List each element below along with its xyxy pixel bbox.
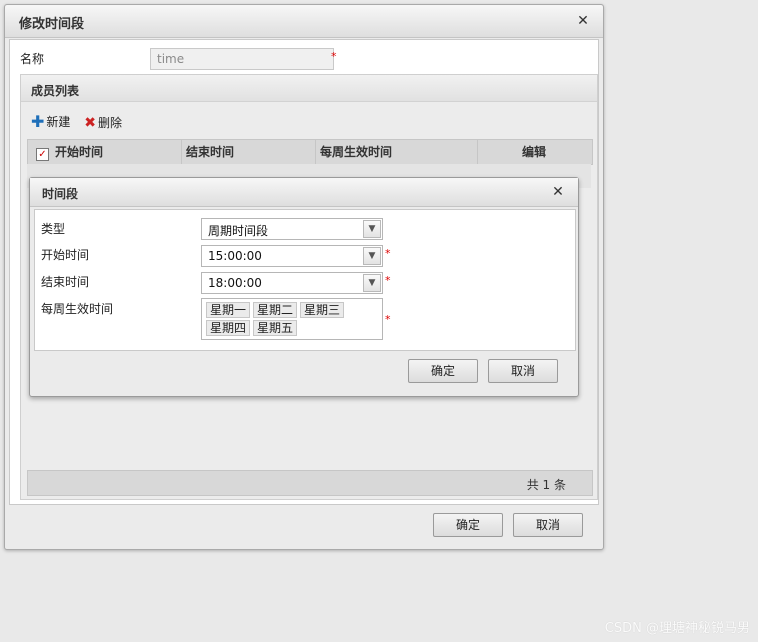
column-label: 结束时间 bbox=[186, 145, 235, 159]
chevron-down-icon[interactable]: ▼ bbox=[363, 247, 381, 265]
total-count: 共 1 条 bbox=[526, 478, 566, 492]
column-end-time[interactable]: 结束时间 bbox=[182, 140, 316, 164]
member-toolbar: ✚ 新建 ✖ 删除 bbox=[31, 113, 132, 131]
delete-button-label: 删除 bbox=[97, 116, 122, 130]
plus-icon: ✚ bbox=[31, 111, 45, 131]
chevron-down-icon[interactable]: ▼ bbox=[363, 274, 381, 292]
x-icon: ✖ bbox=[84, 114, 96, 131]
weekday-tag[interactable]: 星期四 bbox=[206, 320, 251, 336]
select-value: 18:00:00 bbox=[208, 276, 262, 290]
required-mark: * bbox=[385, 274, 391, 287]
close-icon[interactable]: ✕ bbox=[575, 13, 591, 29]
chevron-down-icon[interactable]: ▼ bbox=[363, 220, 381, 238]
dialog-body: 类型 周期时间段 ▼ 开始时间 15:00:00 ▼ * 结束时间 18:00:… bbox=[34, 209, 576, 351]
grid-header: ✓ 开始时间 结束时间 每周生效时间 编辑 bbox=[27, 139, 593, 165]
end-time-select[interactable]: 18:00:00 ▼ bbox=[201, 272, 383, 294]
column-weekly-effective-time[interactable]: 每周生效时间 bbox=[316, 140, 478, 164]
dialog-titlebar[interactable]: 修改时间段 ✕ bbox=[5, 5, 603, 38]
column-label: 开始时间 bbox=[55, 145, 104, 159]
cancel-button[interactable]: 取消 bbox=[513, 513, 583, 537]
panel-header: 成员列表 bbox=[21, 75, 597, 102]
close-icon[interactable]: ✕ bbox=[550, 184, 566, 200]
column-label: 编辑 bbox=[521, 145, 546, 159]
type-label: 类型 bbox=[41, 222, 66, 236]
weekdays-label: 每周生效时间 bbox=[41, 302, 114, 316]
delete-button[interactable]: ✖ 删除 bbox=[84, 114, 122, 131]
ok-button[interactable]: 确定 bbox=[408, 359, 478, 383]
start-time-select[interactable]: 15:00:00 ▼ bbox=[201, 245, 383, 267]
weekdays-multiselect[interactable]: 星期一 星期二 星期三 星期四 星期五 bbox=[201, 298, 383, 340]
weekday-tag[interactable]: 星期一 bbox=[206, 302, 251, 318]
type-select[interactable]: 周期时间段 ▼ bbox=[201, 218, 383, 240]
watermark: CSDN @理塘神秘锐马男 bbox=[604, 621, 750, 636]
new-button[interactable]: ✚ 新建 bbox=[31, 113, 70, 130]
required-mark: * bbox=[385, 247, 391, 260]
column-edit[interactable]: 编辑 bbox=[478, 140, 590, 164]
end-time-label: 结束时间 bbox=[41, 275, 90, 289]
name-field[interactable]: time bbox=[150, 48, 334, 70]
checkbox-icon[interactable]: ✓ bbox=[36, 148, 49, 161]
weekday-tag[interactable]: 星期五 bbox=[253, 320, 298, 336]
weekday-tag[interactable]: 星期二 bbox=[253, 302, 298, 318]
select-value: 周期时间段 bbox=[208, 224, 269, 238]
column-start-time[interactable]: ✓ 开始时间 bbox=[28, 140, 182, 164]
required-mark: * bbox=[385, 313, 391, 326]
name-label: 名称 bbox=[20, 52, 45, 66]
column-label: 每周生效时间 bbox=[320, 145, 393, 159]
dialog-title: 修改时间段 bbox=[19, 17, 85, 32]
ok-button[interactable]: 确定 bbox=[433, 513, 503, 537]
dialog-footer: 确定 取消 bbox=[5, 505, 603, 549]
dialog-title: 时间段 bbox=[42, 187, 79, 201]
dialog-titlebar[interactable]: 时间段 ✕ bbox=[30, 178, 578, 207]
panel-title: 成员列表 bbox=[31, 84, 80, 98]
weekday-tag[interactable]: 星期三 bbox=[300, 302, 345, 318]
required-mark: * bbox=[331, 50, 337, 63]
time-period-dialog: 时间段 ✕ 类型 周期时间段 ▼ 开始时间 15:00:00 ▼ * 结束时间 … bbox=[29, 177, 579, 397]
new-button-label: 新建 bbox=[46, 115, 71, 129]
start-time-label: 开始时间 bbox=[41, 248, 90, 262]
select-value: 15:00:00 bbox=[208, 249, 262, 263]
grid-footer: 共 1 条 bbox=[27, 470, 593, 496]
cancel-button[interactable]: 取消 bbox=[488, 359, 558, 383]
